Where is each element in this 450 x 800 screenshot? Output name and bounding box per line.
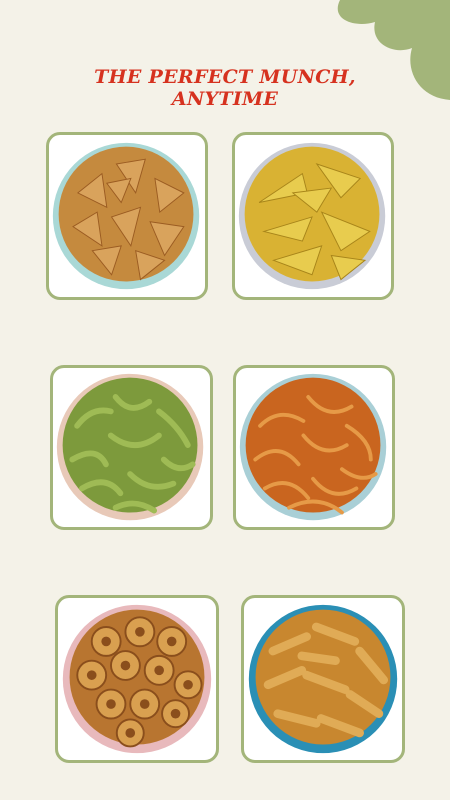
snack-card-6[interactable] xyxy=(241,595,405,763)
snack-card-5[interactable] xyxy=(55,595,219,763)
title-line-1: THE PERFECT MUNCH, xyxy=(94,66,356,88)
snack-card-3[interactable] xyxy=(50,365,213,530)
bhakarwadi-bowl-icon xyxy=(62,604,212,754)
orange-sev-bowl-icon xyxy=(239,373,387,521)
snack-card-4[interactable] xyxy=(233,365,395,530)
banana-chips-bowl-icon xyxy=(238,142,386,290)
title-line-2: ANYTIME xyxy=(171,88,279,110)
decorative-blob xyxy=(337,0,450,100)
crunchy-sticks-bowl-icon xyxy=(248,604,398,754)
page-title: THE PERFECT MUNCH, ANYTIME xyxy=(0,66,450,110)
snack-card-1[interactable] xyxy=(46,132,208,300)
triangle-chips-bowl-icon xyxy=(52,142,200,290)
snack-card-2[interactable] xyxy=(232,132,394,300)
green-sticks-bowl-icon xyxy=(56,373,204,521)
